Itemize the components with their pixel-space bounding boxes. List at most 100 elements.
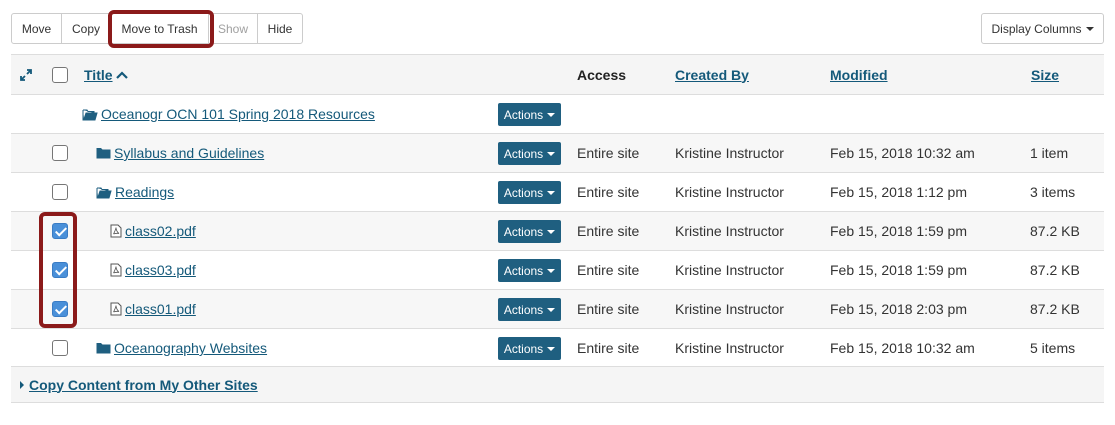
- access-value: Entire site: [577, 340, 640, 356]
- folder-link[interactable]: Readings: [115, 184, 174, 200]
- folder-open-icon: [82, 108, 98, 121]
- pdf-file-icon: [110, 263, 122, 277]
- title-cell: Oceanogr OCN 101 Spring 2018 Resources: [82, 95, 375, 133]
- modified-value: Feb 15, 2018 1:59 pm: [830, 223, 967, 239]
- toolbar: Move Copy Move to Trash Show Hide: [11, 13, 303, 44]
- copy-content-link-wrap[interactable]: Copy Content from My Other Sites: [19, 367, 258, 402]
- title-cell: class03.pdf: [110, 251, 196, 289]
- row-checkbox[interactable]: [52, 262, 68, 278]
- modified-header[interactable]: Modified: [830, 67, 888, 83]
- size-value: 5 items: [1030, 340, 1076, 356]
- actions-button[interactable]: Actions: [498, 259, 561, 282]
- title-cell: Oceanography Websites: [96, 329, 267, 367]
- actions-label: Actions: [503, 341, 544, 356]
- access-value: Entire site: [577, 184, 640, 200]
- created-by-header[interactable]: Created By: [675, 67, 749, 83]
- hide-button[interactable]: Hide: [257, 13, 303, 44]
- chevron-down-icon: [1085, 26, 1094, 31]
- title-cell: class01.pdf: [110, 290, 196, 328]
- created-by-value: Kristine Instructor: [675, 223, 784, 239]
- actions-button[interactable]: Actions: [498, 103, 561, 126]
- size-value: 87.2 KB: [1030, 262, 1080, 278]
- access-value: Entire site: [577, 145, 640, 161]
- row-checkbox[interactable]: [52, 223, 68, 239]
- actions-label: Actions: [503, 146, 544, 161]
- table-row: Oceanogr OCN 101 Spring 2018 Resources A…: [11, 94, 1104, 133]
- table-row: Oceanography Websites Actions Entire sit…: [11, 328, 1104, 367]
- actions-button[interactable]: Actions: [498, 298, 561, 321]
- file-link[interactable]: class03.pdf: [125, 262, 196, 278]
- created-by-value: Kristine Instructor: [675, 262, 784, 278]
- chevron-down-icon: [547, 151, 556, 156]
- table-row: class02.pdf Actions Entire site Kristine…: [11, 211, 1104, 250]
- copy-content-row: Copy Content from My Other Sites: [11, 366, 1104, 403]
- display-columns-button[interactable]: Display Columns: [981, 13, 1104, 44]
- copy-button[interactable]: Copy: [61, 13, 111, 44]
- created-by-value: Kristine Instructor: [675, 184, 784, 200]
- sort-asc-icon: [115, 70, 128, 79]
- size-value: 3 items: [1030, 184, 1076, 200]
- actions-label: Actions: [503, 185, 544, 200]
- move-to-trash-button[interactable]: Move to Trash: [110, 13, 209, 44]
- row-checkbox[interactable]: [52, 184, 68, 200]
- file-link[interactable]: class01.pdf: [125, 301, 196, 317]
- table-row: class03.pdf Actions Entire site Kristine…: [11, 250, 1104, 289]
- expand-icon[interactable]: [19, 55, 33, 94]
- row-checkbox[interactable]: [52, 145, 68, 161]
- table-row: Syllabus and Guidelines Actions Entire s…: [11, 133, 1104, 172]
- actions-button[interactable]: Actions: [498, 181, 561, 204]
- chevron-down-icon: [547, 229, 556, 234]
- modified-value: Feb 15, 2018 1:12 pm: [830, 184, 967, 200]
- title-cell: Readings: [96, 173, 174, 211]
- access-value: Entire site: [577, 301, 640, 317]
- access-header: Access: [577, 66, 627, 83]
- title-cell: class02.pdf: [110, 212, 196, 250]
- folder-link[interactable]: Oceanography Websites: [114, 340, 267, 356]
- display-columns-label: Display Columns: [991, 21, 1082, 36]
- size-value: 87.2 KB: [1030, 223, 1080, 239]
- folder-icon: [96, 147, 111, 159]
- access-value: Entire site: [577, 223, 640, 239]
- row-checkbox[interactable]: [52, 340, 68, 356]
- created-by-value: Kristine Instructor: [675, 301, 784, 317]
- chevron-down-icon: [547, 268, 556, 273]
- table-header: Title Access Created By Modified Size: [11, 54, 1104, 94]
- folder-open-icon: [96, 186, 112, 199]
- chevron-down-icon: [547, 190, 556, 195]
- table-row: Readings Actions Entire site Kristine In…: [11, 172, 1104, 211]
- modified-value: Feb 15, 2018 1:59 pm: [830, 262, 967, 278]
- copy-content-link[interactable]: Copy Content from My Other Sites: [29, 377, 258, 393]
- folder-link[interactable]: Oceanogr OCN 101 Spring 2018 Resources: [101, 106, 375, 122]
- modified-value: Feb 15, 2018 10:32 am: [830, 145, 975, 161]
- modified-value: Feb 15, 2018 2:03 pm: [830, 301, 967, 317]
- actions-button[interactable]: Actions: [498, 220, 561, 243]
- chevron-down-icon: [547, 307, 556, 312]
- modified-value: Feb 15, 2018 10:32 am: [830, 340, 975, 356]
- row-checkbox[interactable]: [52, 301, 68, 317]
- move-button[interactable]: Move: [11, 13, 62, 44]
- folder-icon: [96, 342, 111, 354]
- title-cell: Syllabus and Guidelines: [96, 134, 264, 172]
- caret-right-icon: [20, 380, 24, 389]
- created-by-value: Kristine Instructor: [675, 145, 784, 161]
- pdf-file-icon: [110, 224, 122, 238]
- actions-button[interactable]: Actions: [498, 337, 561, 360]
- file-link[interactable]: class02.pdf: [125, 223, 196, 239]
- chevron-down-icon: [547, 346, 556, 351]
- actions-label: Actions: [503, 302, 544, 317]
- size-value: 1 item: [1030, 145, 1069, 161]
- title-header[interactable]: Title: [84, 55, 128, 94]
- table-row: class01.pdf Actions Entire site Kristine…: [11, 289, 1104, 328]
- size-header[interactable]: Size: [1031, 67, 1059, 83]
- actions-label: Actions: [503, 224, 544, 239]
- created-by-value: Kristine Instructor: [675, 340, 784, 356]
- actions-button[interactable]: Actions: [498, 142, 561, 165]
- access-value: Entire site: [577, 262, 640, 278]
- actions-label: Actions: [503, 107, 544, 122]
- show-button[interactable]: Show: [208, 13, 258, 44]
- folder-link[interactable]: Syllabus and Guidelines: [114, 145, 264, 161]
- title-header-label: Title: [84, 66, 113, 83]
- pdf-file-icon: [110, 302, 122, 316]
- size-value: 87.2 KB: [1030, 301, 1080, 317]
- select-all-checkbox[interactable]: [52, 67, 68, 83]
